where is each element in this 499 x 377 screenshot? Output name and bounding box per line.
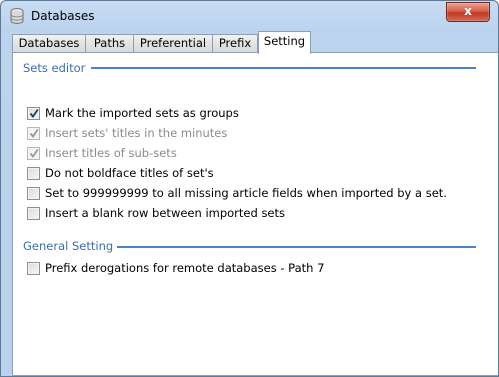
check-icon xyxy=(29,128,39,138)
tab-databases[interactable]: Databases xyxy=(12,34,86,52)
tab-preferential[interactable]: Preferential xyxy=(133,34,213,52)
title-bar[interactable]: Databases x xyxy=(1,1,498,31)
general-setting-options: Prefix derogations for remote databases … xyxy=(27,261,487,281)
check-icon xyxy=(29,148,39,158)
database-icon xyxy=(10,8,24,24)
checkbox[interactable] xyxy=(27,187,40,200)
checkbox[interactable] xyxy=(27,107,40,120)
setting-panel: Sets editor Mark the imported sets as gr… xyxy=(12,52,498,376)
checkbox[interactable] xyxy=(27,262,40,275)
general-setting-title: General Setting xyxy=(23,239,114,253)
tab-paths[interactable]: Paths xyxy=(85,34,134,52)
check-icon xyxy=(29,108,39,118)
close-icon: x xyxy=(464,4,472,18)
sets-editor-options: Mark the imported sets as groups Insert … xyxy=(27,106,487,226)
dialog-client: Databases Paths Preferential Prefix Sett… xyxy=(9,31,498,376)
checkbox[interactable] xyxy=(27,147,40,160)
checkbox[interactable] xyxy=(27,207,40,220)
tab-prefix[interactable]: Prefix xyxy=(212,34,258,52)
option-label: Insert titles of sub-sets xyxy=(45,146,177,160)
window-title: Databases xyxy=(31,9,95,23)
general-setting-divider xyxy=(117,246,476,248)
option-label: Prefix derogations for remote databases … xyxy=(45,261,325,275)
option-label: Set to 999999999 to all missing article … xyxy=(45,186,447,200)
sets-editor-title: Sets editor xyxy=(23,61,86,75)
close-button[interactable]: x xyxy=(446,2,490,22)
sets-editor-divider xyxy=(91,67,476,69)
checkbox[interactable] xyxy=(27,167,40,180)
option-label: Insert sets' titles in the minutes xyxy=(45,126,228,140)
tab-setting[interactable]: Setting xyxy=(258,31,311,54)
tab-strip: Databases Paths Preferential Prefix Sett… xyxy=(12,31,492,54)
checkbox[interactable] xyxy=(27,127,40,140)
databases-window: Databases x Databases Paths Preferential… xyxy=(0,0,499,377)
option-label: Mark the imported sets as groups xyxy=(45,106,239,120)
option-label: Insert a blank row between imported sets xyxy=(45,206,286,220)
option-label: Do not boldface titles of set's xyxy=(45,166,214,180)
